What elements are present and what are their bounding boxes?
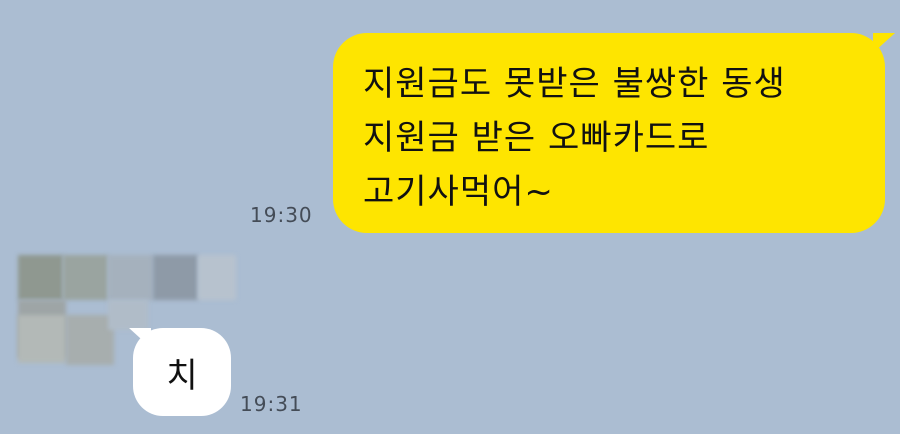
blurred-pixel (18, 255, 63, 300)
received-message-bubble[interactable]: 치 (129, 328, 231, 416)
received-message-time: 19:31 (240, 392, 303, 416)
blurred-pixel (66, 315, 114, 365)
sent-message-time: 19:30 (250, 203, 313, 227)
sent-message-line: 지원금 받은 오빠카드로 (363, 118, 710, 158)
sent-bubble-body: 지원금도 못받은 불쌍한 동생 지원금 받은 오빠카드로 고기사먹어~ (333, 33, 885, 233)
blurred-pixel (18, 315, 66, 363)
blurred-pixel (198, 255, 236, 300)
blurred-pixel (153, 255, 198, 300)
chat-area: 지원금도 못받은 불쌍한 동생 지원금 받은 오빠카드로 고기사먹어~ 19:3… (0, 0, 900, 434)
sent-message-line: 고기사먹어~ (363, 172, 554, 212)
blurred-pixel (63, 255, 108, 300)
blurred-pixel (108, 300, 148, 330)
blurred-pixel (108, 255, 153, 300)
sent-message-line: 지원금도 못받은 불쌍한 동생 (363, 64, 786, 104)
sent-message-bubble[interactable]: 지원금도 못받은 불쌍한 동생 지원금 받은 오빠카드로 고기사먹어~ (333, 33, 895, 233)
received-bubble-tail (129, 328, 151, 348)
received-message-text: 치 (166, 355, 198, 396)
sent-bubble-tail (873, 33, 895, 53)
